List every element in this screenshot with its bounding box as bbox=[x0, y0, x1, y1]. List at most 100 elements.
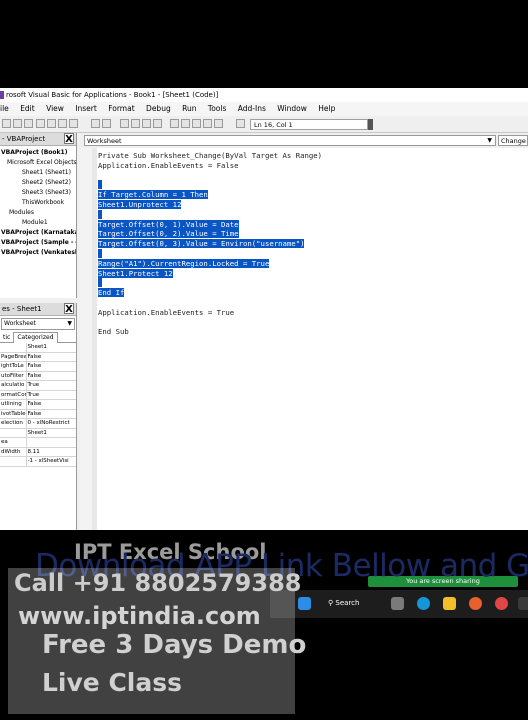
code-line[interactable] bbox=[98, 318, 322, 328]
window-title: rosoft Visual Basic for Applications - B… bbox=[6, 91, 219, 99]
toolbox-icon[interactable] bbox=[203, 119, 212, 128]
view-excel-icon[interactable] bbox=[2, 119, 11, 128]
code-line[interactable]: Application.EnableEvents = True bbox=[98, 308, 322, 318]
break-icon[interactable] bbox=[131, 119, 140, 128]
code-line[interactable]: Sheet1.Unprotect 12 bbox=[98, 199, 322, 210]
tree-item[interactable]: VBAProject (Karnataka bbox=[0, 228, 76, 238]
cut-icon[interactable] bbox=[36, 119, 45, 128]
code-line[interactable] bbox=[98, 248, 322, 259]
search-button[interactable]: ⚲ Search bbox=[328, 597, 374, 610]
tree-item[interactable]: VBAProject (Sample - d bbox=[0, 238, 76, 248]
menu-add-ins[interactable]: Add-Ins bbox=[238, 102, 266, 116]
menu-insert[interactable]: Insert bbox=[75, 102, 97, 116]
code-line[interactable] bbox=[98, 171, 322, 181]
find-icon[interactable] bbox=[69, 119, 78, 128]
code-editor[interactable]: Private Sub Worksheet_Change(ByVal Targe… bbox=[80, 148, 528, 530]
properties-tabs: tic Categorized bbox=[0, 332, 76, 343]
run-icon[interactable] bbox=[120, 119, 129, 128]
watermark-demo: Free 3 Days Demo bbox=[42, 630, 307, 660]
table-row[interactable]: alculatio True bbox=[0, 380, 76, 391]
code-line[interactable] bbox=[98, 278, 322, 288]
table-row[interactable]: -1 - xlSheetVisi bbox=[0, 456, 76, 467]
tab-alphabetic[interactable]: tic bbox=[0, 333, 13, 343]
tree-item[interactable]: Sheet2 (Sheet2) bbox=[0, 178, 76, 188]
project-tree: VBAProject (Book1) Microsoft Excel Objec… bbox=[0, 146, 76, 258]
code-line[interactable]: Target.Offset(0, 3).Value = Environ("use… bbox=[98, 239, 322, 249]
code-line[interactable]: Target.Offset(0, 2).Value = Time bbox=[98, 229, 322, 239]
menu-view[interactable]: View bbox=[46, 102, 64, 116]
menu-edit[interactable]: Edit bbox=[20, 102, 35, 116]
code-line[interactable]: Application.EnableEvents = False bbox=[98, 161, 322, 171]
menu-run[interactable]: Run bbox=[182, 102, 196, 116]
table-row[interactable]: ightToLe False bbox=[0, 361, 76, 372]
project-explorer-icon[interactable] bbox=[170, 119, 179, 128]
tree-item[interactable]: ThisWorkbook bbox=[0, 198, 76, 208]
tree-item[interactable]: Module1 bbox=[0, 218, 76, 228]
tree-item[interactable]: Sheet3 (Sheet3) bbox=[0, 188, 76, 198]
help-icon[interactable] bbox=[236, 119, 245, 128]
chrome-icon[interactable] bbox=[495, 597, 508, 610]
properties-title: es - Sheet1 X bbox=[0, 303, 76, 316]
toolbar-options-icon[interactable] bbox=[214, 119, 223, 128]
table-row[interactable]: utlining False bbox=[0, 399, 76, 410]
menu-format[interactable]: Format bbox=[108, 102, 134, 116]
watermark-live-class: Live Class bbox=[42, 668, 183, 697]
object-browser-icon[interactable] bbox=[192, 119, 201, 128]
task-view-icon[interactable] bbox=[391, 597, 404, 610]
paste-icon[interactable] bbox=[58, 119, 67, 128]
edge-icon[interactable] bbox=[417, 597, 430, 610]
tab-categorized[interactable]: Categorized bbox=[13, 332, 58, 343]
code-line[interactable]: Range("A1").CurrentRegion.Locked = True bbox=[98, 258, 322, 269]
code-line[interactable] bbox=[98, 298, 322, 308]
properties-window-icon[interactable] bbox=[181, 119, 190, 128]
table-row[interactable]: election 0 - xlNoRestrict bbox=[0, 418, 76, 429]
copy-icon[interactable] bbox=[47, 119, 56, 128]
menu-bar: ile Edit View Insert Format Debug Run To… bbox=[0, 102, 528, 116]
tree-item[interactable]: VBAProject (Venkatesh bbox=[0, 248, 76, 258]
procedure-dropdown[interactable]: Change bbox=[498, 135, 528, 146]
object-dropdown[interactable]: Worksheet ▼ bbox=[1, 318, 75, 330]
table-row[interactable]: ormatCor True bbox=[0, 390, 76, 400]
table-row[interactable]: utoFilter False bbox=[0, 371, 76, 381]
table-row[interactable]: dWidth 8.11 bbox=[0, 447, 76, 457]
redo-icon[interactable] bbox=[102, 119, 111, 128]
code-line[interactable] bbox=[98, 209, 322, 220]
design-mode-icon[interactable] bbox=[153, 119, 162, 128]
table-row[interactable]: ea bbox=[0, 437, 76, 448]
close-icon[interactable]: X bbox=[64, 303, 74, 315]
start-icon[interactable] bbox=[298, 597, 311, 610]
undo-icon[interactable] bbox=[91, 119, 100, 128]
object-dropdown[interactable]: Worksheet ▼ bbox=[84, 135, 496, 146]
tree-item[interactable]: Sheet1 (Sheet1) bbox=[0, 168, 76, 178]
code-line[interactable]: End Sub bbox=[98, 327, 322, 337]
code-line[interactable]: Target.Offset(0, 1).Value = Date bbox=[98, 219, 322, 230]
code-line[interactable]: Private Sub Worksheet_Change(ByVal Targe… bbox=[98, 151, 322, 161]
code-line[interactable]: If Target.Column = 1 Then bbox=[98, 190, 322, 200]
menu-help[interactable]: Help bbox=[318, 102, 335, 116]
table-row[interactable]: Sheet1 bbox=[0, 428, 76, 438]
menu-tools[interactable]: Tools bbox=[208, 102, 226, 116]
menu-debug[interactable]: Debug bbox=[146, 102, 171, 116]
scrollbar[interactable] bbox=[92, 148, 97, 530]
code-line[interactable]: Sheet1.Protect 12 bbox=[98, 268, 322, 279]
code-line[interactable]: End If bbox=[98, 288, 322, 298]
save-icon[interactable] bbox=[24, 119, 33, 128]
chevron-down-icon: ▼ bbox=[487, 137, 492, 144]
close-icon[interactable]: X bbox=[64, 133, 74, 145]
tree-item[interactable]: Modules bbox=[0, 208, 76, 218]
menu-window[interactable]: Window bbox=[277, 102, 307, 116]
insert-module-icon[interactable] bbox=[13, 119, 22, 128]
table-row[interactable]: PageBreakFalse bbox=[0, 352, 76, 362]
file-explorer-icon[interactable] bbox=[443, 597, 456, 610]
tree-item[interactable]: VBAProject (Book1) bbox=[0, 148, 76, 158]
table-row[interactable]: ivotTable False bbox=[0, 409, 76, 419]
reset-icon[interactable] bbox=[142, 119, 151, 128]
firefox-icon[interactable] bbox=[469, 597, 482, 610]
toolbar-grip[interactable] bbox=[368, 119, 373, 130]
app-icon[interactable] bbox=[518, 597, 528, 610]
code-line[interactable] bbox=[98, 180, 322, 190]
menu-file[interactable]: ile bbox=[0, 102, 9, 116]
tree-item[interactable]: Microsoft Excel Objects bbox=[0, 158, 76, 168]
table-row[interactable]: Sheet1 bbox=[0, 343, 76, 353]
code-text[interactable]: Private Sub Worksheet_Change(ByVal Targe… bbox=[98, 151, 322, 337]
